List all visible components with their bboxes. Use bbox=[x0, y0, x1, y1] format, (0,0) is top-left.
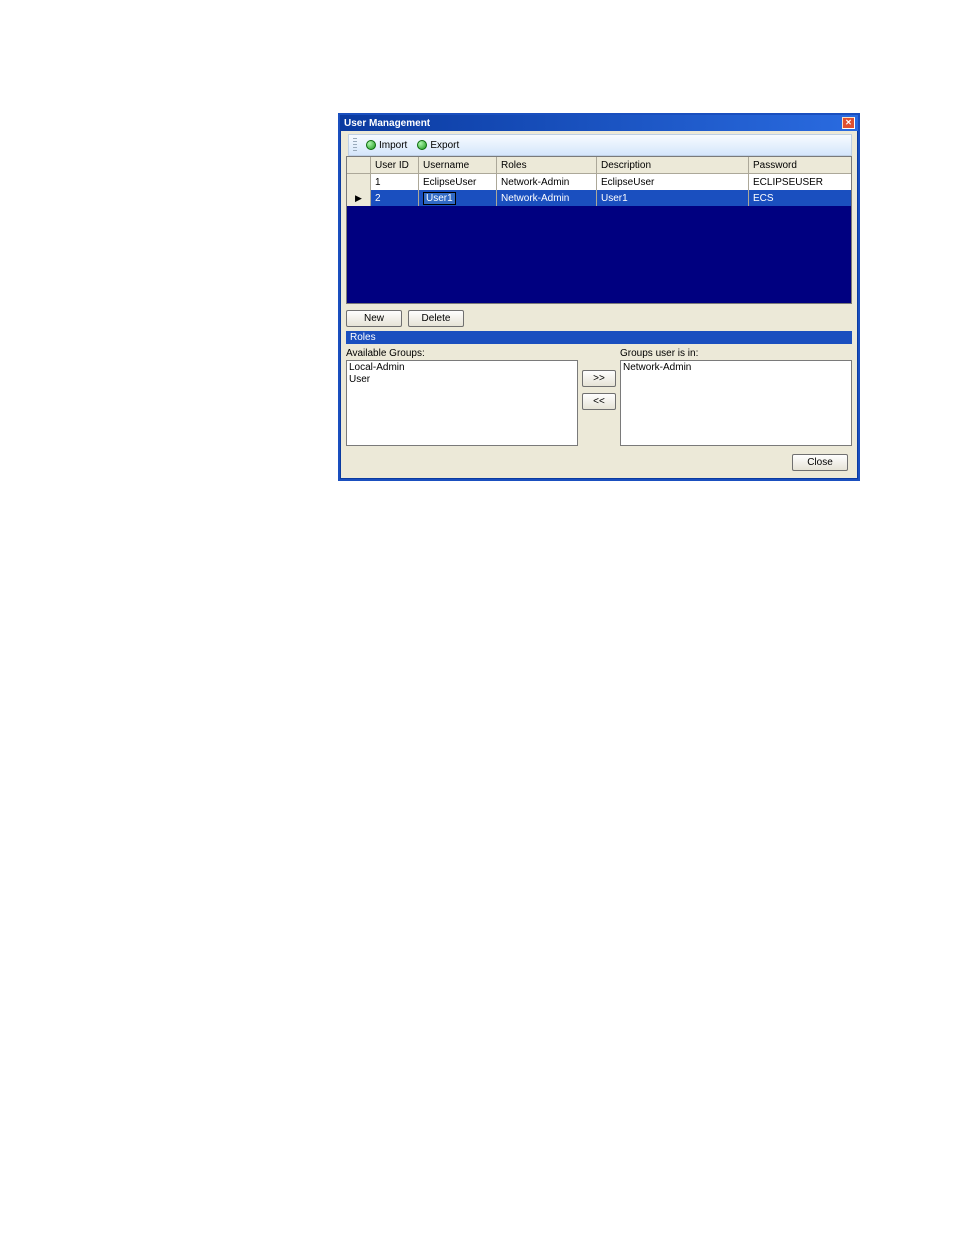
import-icon bbox=[366, 140, 376, 150]
available-groups-column: Available Groups: Local-Admin User bbox=[346, 346, 578, 446]
col-header-password[interactable]: Password bbox=[749, 157, 847, 173]
move-buttons: >> << bbox=[582, 346, 616, 446]
cell-password[interactable]: ECS bbox=[749, 190, 847, 206]
table-row[interactable]: 1 EclipseUser Network-Admin EclipseUser … bbox=[347, 174, 851, 190]
delete-button[interactable]: Delete bbox=[408, 310, 464, 327]
toolbar: Import Export bbox=[348, 134, 852, 156]
row-indicator bbox=[347, 174, 371, 190]
toolbar-grip-icon bbox=[353, 138, 357, 152]
cell-description[interactable]: EclipseUser bbox=[597, 174, 749, 190]
list-item[interactable]: Network-Admin bbox=[623, 362, 849, 374]
grid-header-row: User ID Username Roles Description Passw… bbox=[347, 157, 851, 174]
member-groups-label: Groups user is in: bbox=[620, 348, 852, 359]
cell-username[interactable]: EclipseUser bbox=[419, 174, 497, 190]
import-button[interactable]: Import bbox=[361, 139, 412, 152]
member-groups-listbox[interactable]: Network-Admin bbox=[620, 360, 852, 446]
import-label: Import bbox=[379, 140, 407, 151]
cell-userid[interactable]: 1 bbox=[371, 174, 419, 190]
add-group-button[interactable]: >> bbox=[582, 370, 616, 387]
dialog-footer: Close bbox=[340, 454, 848, 471]
cell-roles[interactable]: Network-Admin bbox=[497, 190, 597, 206]
col-header-roles[interactable]: Roles bbox=[497, 157, 597, 173]
table-row[interactable]: ▶ 2 User1 Network-Admin User1 ECS bbox=[347, 190, 851, 206]
col-header-userid[interactable]: User ID bbox=[371, 157, 419, 173]
member-groups-column: Groups user is in: Network-Admin bbox=[620, 346, 852, 446]
export-label: Export bbox=[430, 140, 459, 151]
new-button[interactable]: New bbox=[346, 310, 402, 327]
cell-password[interactable]: ECLIPSEUSER bbox=[749, 174, 847, 190]
username-edit-field[interactable]: User1 bbox=[423, 192, 456, 205]
export-icon bbox=[417, 140, 427, 150]
available-groups-label: Available Groups: bbox=[346, 348, 578, 359]
col-header-description[interactable]: Description bbox=[597, 157, 749, 173]
window-title: User Management bbox=[344, 118, 842, 129]
roles-body: Available Groups: Local-Admin User >> <<… bbox=[346, 346, 852, 446]
cell-username[interactable]: User1 bbox=[419, 190, 497, 206]
grid-buttons: New Delete bbox=[346, 310, 852, 327]
remove-group-button[interactable]: << bbox=[582, 393, 616, 410]
close-icon[interactable]: ✕ bbox=[842, 117, 855, 129]
cell-description[interactable]: User1 bbox=[597, 190, 749, 206]
cell-userid[interactable]: 2 bbox=[371, 190, 419, 206]
row-indicator-header bbox=[347, 157, 371, 173]
user-grid[interactable]: User ID Username Roles Description Passw… bbox=[346, 156, 852, 304]
list-item[interactable]: Local-Admin bbox=[349, 362, 575, 374]
user-management-dialog: User Management ✕ Import Export User ID … bbox=[338, 113, 860, 481]
list-item[interactable]: User bbox=[349, 374, 575, 386]
col-header-username[interactable]: Username bbox=[419, 157, 497, 173]
row-indicator: ▶ bbox=[347, 190, 371, 206]
titlebar: User Management ✕ bbox=[340, 115, 858, 131]
roles-section-header: Roles bbox=[346, 331, 852, 344]
export-button[interactable]: Export bbox=[412, 139, 464, 152]
current-row-arrow-icon: ▶ bbox=[355, 193, 362, 204]
cell-roles[interactable]: Network-Admin bbox=[497, 174, 597, 190]
close-button[interactable]: Close bbox=[792, 454, 848, 471]
available-groups-listbox[interactable]: Local-Admin User bbox=[346, 360, 578, 446]
